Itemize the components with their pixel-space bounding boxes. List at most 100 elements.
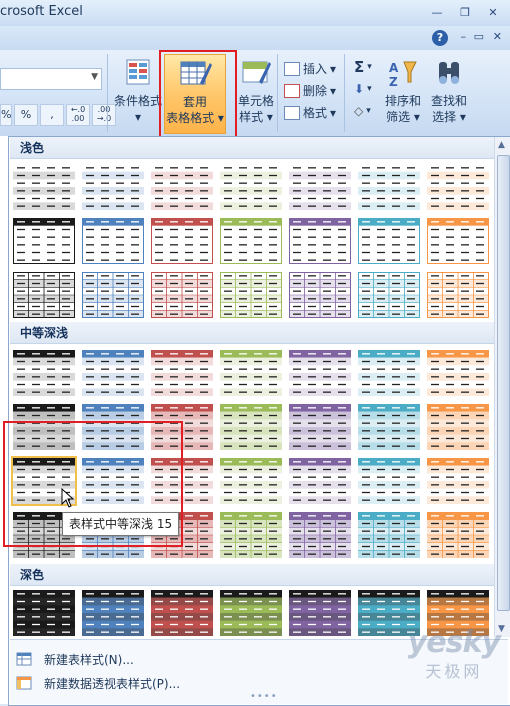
table-style-swatch[interactable] [289, 218, 351, 264]
section-medium: 中等深浅 [10, 322, 494, 344]
insert-button[interactable]: 插入 ▾ [284, 60, 336, 77]
table-style-swatch[interactable] [427, 404, 489, 450]
table-style-swatch[interactable] [13, 164, 75, 210]
swatch-preview [358, 350, 420, 396]
style-tooltip: 表样式中等深浅 15 [62, 512, 180, 536]
find-select-button[interactable]: 查找和 选择 ▾ [426, 54, 472, 132]
number-format-buttons: % % , ←.0.00 .00 →.0 [0, 104, 116, 126]
table-style-swatch[interactable] [289, 458, 351, 504]
ribbon-tab-strip: ? – ▭ ✕ [0, 26, 510, 50]
swatch-preview [289, 590, 351, 636]
swatch-preview [427, 164, 489, 210]
conditional-format-label: 条件格式 [113, 94, 162, 108]
cell-styles-button[interactable]: 单元格 样式 ▾ [228, 54, 284, 132]
minimize-workbook-icon[interactable]: – [461, 30, 467, 43]
swatch-preview [220, 404, 282, 450]
table-style-swatch[interactable] [151, 164, 213, 210]
help-icon[interactable]: ? [432, 30, 448, 46]
table-style-swatch[interactable] [358, 512, 420, 558]
swatch-preview [13, 218, 75, 264]
table-style-swatch[interactable] [82, 164, 144, 210]
table-style-swatch[interactable] [13, 590, 75, 636]
find-select-label-2: 选择 ▾ [432, 110, 466, 124]
table-style-swatch[interactable] [289, 512, 351, 558]
restore-workbook-icon[interactable]: ▭ [474, 30, 484, 43]
table-style-swatch[interactable] [13, 350, 75, 396]
percent-button[interactable]: % [14, 104, 38, 126]
svg-text:Z: Z [389, 75, 398, 88]
close-workbook-icon[interactable]: ✕ [493, 30, 502, 43]
table-style-swatch[interactable] [82, 218, 144, 264]
table-style-swatch[interactable] [220, 512, 282, 558]
mouse-cursor-icon [61, 488, 75, 508]
table-style-swatch[interactable] [220, 458, 282, 504]
table-style-swatch[interactable] [427, 218, 489, 264]
table-style-swatch[interactable] [220, 218, 282, 264]
table-style-swatch[interactable] [151, 350, 213, 396]
table-style-swatch[interactable] [427, 350, 489, 396]
table-style-swatch[interactable] [289, 404, 351, 450]
table-style-swatch[interactable] [289, 590, 351, 636]
table-style-swatch[interactable] [151, 218, 213, 264]
table-style-swatch[interactable] [358, 350, 420, 396]
swatch-preview [151, 350, 213, 396]
close-button[interactable]: ✕ [480, 3, 506, 22]
swatch-preview [151, 218, 213, 264]
table-style-swatch[interactable] [427, 512, 489, 558]
swatch-preview [151, 590, 213, 636]
comma-button[interactable]: , [40, 104, 64, 126]
restore-button[interactable]: ❐ [452, 3, 478, 22]
currency-icon[interactable]: % [0, 104, 12, 126]
format-button[interactable]: 格式 ▾ [284, 104, 336, 121]
table-style-swatch[interactable] [82, 590, 144, 636]
table-style-swatch[interactable] [82, 272, 144, 318]
resize-grip-icon[interactable]: •••• [250, 691, 278, 702]
swatch-preview [427, 404, 489, 450]
table-style-swatch[interactable] [151, 272, 213, 318]
sort-filter-label-2: 筛选 ▾ [386, 110, 420, 124]
swatch-preview [289, 512, 351, 558]
swatch-preview [82, 350, 144, 396]
ribbon: ▼ % % , ←.0.00 .00→.0 条件格式 ▾ 套用 表格格式 ▾ [0, 50, 510, 144]
table-style-swatch[interactable] [13, 218, 75, 264]
table-style-swatch[interactable] [358, 218, 420, 264]
table-style-swatch[interactable] [427, 458, 489, 504]
table-style-swatch[interactable] [220, 350, 282, 396]
table-style-swatch[interactable] [220, 164, 282, 210]
table-style-swatch[interactable] [358, 404, 420, 450]
fill-button[interactable]: ⬇ ▾ [354, 82, 372, 96]
table-style-swatch[interactable] [220, 272, 282, 318]
eraser-icon: ◇ [354, 104, 364, 118]
minimize-button[interactable]: — [424, 3, 450, 22]
swatch-preview [427, 512, 489, 558]
table-style-swatch[interactable] [151, 590, 213, 636]
table-style-swatch[interactable] [358, 458, 420, 504]
increase-decimal-button[interactable]: ←.0.00 [66, 104, 90, 126]
table-style-swatch[interactable] [82, 350, 144, 396]
table-style-swatch[interactable] [289, 350, 351, 396]
swatch-preview [220, 350, 282, 396]
table-style-swatch[interactable] [289, 272, 351, 318]
scrollbar-thumb[interactable] [497, 155, 510, 611]
conditional-format-button[interactable]: 条件格式 ▾ [110, 54, 166, 132]
delete-button[interactable]: 删除 ▾ [284, 82, 336, 99]
swatch-preview [220, 458, 282, 504]
table-style-swatch[interactable] [427, 164, 489, 210]
table-style-swatch[interactable] [220, 404, 282, 450]
scroll-up-icon[interactable]: ▲ [498, 140, 505, 150]
table-style-swatch[interactable] [427, 272, 489, 318]
table-style-swatch[interactable] [358, 164, 420, 210]
autosum-button[interactable]: Σ ▾ [354, 58, 372, 76]
gallery-scrollbar[interactable]: ▲ ▼ [494, 137, 510, 637]
table-style-swatch[interactable] [220, 590, 282, 636]
swatch-preview [289, 458, 351, 504]
swatch-preview [358, 512, 420, 558]
sort-filter-button[interactable]: A Z 排序和 筛选 ▾ [380, 54, 426, 132]
table-style-swatch[interactable] [289, 164, 351, 210]
table-style-swatch[interactable] [358, 272, 420, 318]
chevron-down-icon: ▾ [134, 110, 142, 124]
chevron-down-icon: ▼ [91, 72, 98, 82]
number-format-dropdown[interactable]: ▼ [0, 68, 102, 90]
clear-button[interactable]: ◇ ▾ [354, 104, 371, 118]
table-style-swatch[interactable] [13, 272, 75, 318]
